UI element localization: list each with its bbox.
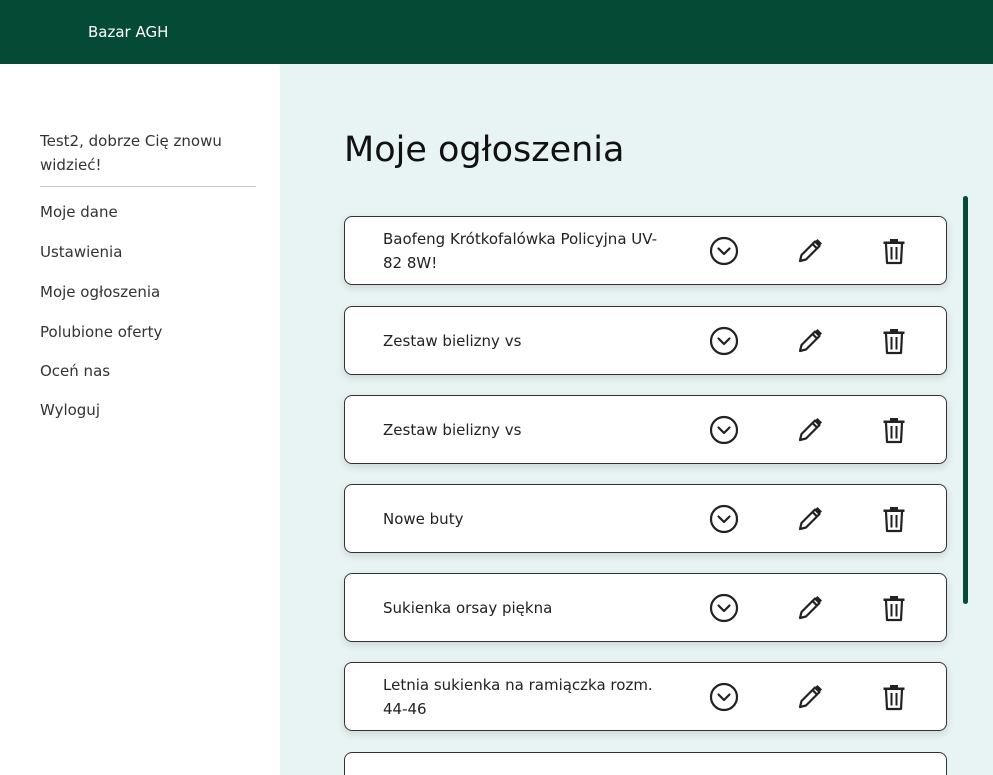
listing-title: Zestaw bielizny vs bbox=[383, 331, 522, 350]
sidebar-divider bbox=[40, 186, 256, 187]
delete-button[interactable] bbox=[877, 680, 911, 714]
listing-title: Sukienka orsay piękna bbox=[383, 598, 553, 617]
edit-button[interactable] bbox=[793, 502, 827, 536]
sidebar-item-moje-ogloszenia[interactable]: Moje ogłoszenia bbox=[40, 282, 160, 302]
expand-button[interactable] bbox=[707, 591, 741, 625]
edit-button[interactable] bbox=[793, 591, 827, 625]
trash-icon bbox=[883, 238, 905, 264]
trash-icon bbox=[883, 506, 905, 532]
chevron-down-circle-icon bbox=[709, 236, 739, 265]
listing-card: Zestaw bielizny vs bbox=[344, 306, 947, 375]
edit-button[interactable] bbox=[793, 680, 827, 714]
expand-button[interactable] bbox=[707, 234, 741, 268]
greeting-text: Test2, dobrze Cię znowu widzieć! bbox=[40, 132, 222, 174]
page-title: Moje ogłoszenia bbox=[344, 130, 625, 170]
chevron-down-circle-icon bbox=[709, 415, 739, 444]
listing-title: Letnia sukienka na ramiączka rozm. 44-46 bbox=[383, 675, 653, 718]
edit-button[interactable] bbox=[793, 234, 827, 268]
expand-button[interactable] bbox=[707, 324, 741, 358]
listing-card bbox=[344, 752, 947, 775]
listing-card: Baofeng Krótkofalówka Policyjna UV-82 8W… bbox=[344, 216, 947, 285]
pencil-icon bbox=[798, 417, 822, 441]
sidebar-item-wyloguj[interactable]: Wyloguj bbox=[40, 400, 100, 420]
listing-title: Zestaw bielizny vs bbox=[383, 420, 522, 439]
pencil-icon bbox=[798, 328, 822, 352]
pencil-icon bbox=[798, 238, 822, 262]
listing-card: Letnia sukienka na ramiączka rozm. 44-46 bbox=[344, 662, 947, 731]
listing-card: Nowe buty bbox=[344, 484, 947, 553]
edit-button[interactable] bbox=[793, 324, 827, 358]
delete-button[interactable] bbox=[877, 413, 911, 447]
brand-logo-text[interactable]: Bazar AGH bbox=[88, 22, 168, 42]
delete-button[interactable] bbox=[877, 591, 911, 625]
sidebar-item-polubione-oferty[interactable]: Polubione oferty bbox=[40, 322, 162, 342]
pencil-icon bbox=[798, 506, 822, 530]
trash-icon bbox=[883, 328, 905, 354]
expand-button[interactable] bbox=[707, 413, 741, 447]
edit-button[interactable] bbox=[793, 413, 827, 447]
pencil-icon bbox=[798, 595, 822, 619]
sidebar: Test2, dobrze Cię znowu widzieć! Moje da… bbox=[0, 64, 280, 775]
delete-button[interactable] bbox=[877, 324, 911, 358]
listing-card: Sukienka orsay piękna bbox=[344, 573, 947, 642]
listing-title: Baofeng Krótkofalówka Policyjna UV-82 8W… bbox=[383, 229, 658, 272]
expand-button[interactable] bbox=[707, 680, 741, 714]
trash-icon bbox=[883, 684, 905, 710]
main-content: Moje ogłoszenia Baofeng Krótkofalówka Po… bbox=[280, 64, 993, 775]
trash-icon bbox=[883, 417, 905, 443]
delete-button[interactable] bbox=[877, 502, 911, 536]
sidebar-item-ustawienia[interactable]: Ustawienia bbox=[40, 242, 122, 262]
chevron-down-circle-icon bbox=[709, 682, 739, 711]
pencil-icon bbox=[798, 684, 822, 708]
listing-card: Zestaw bielizny vs bbox=[344, 395, 947, 464]
sidebar-item-ocen-nas[interactable]: Oceń nas bbox=[40, 361, 110, 381]
scrollbar[interactable] bbox=[963, 196, 968, 604]
chevron-down-circle-icon bbox=[709, 504, 739, 533]
trash-icon bbox=[883, 595, 905, 621]
chevron-down-circle-icon bbox=[709, 326, 739, 355]
listing-title: Nowe buty bbox=[383, 509, 464, 528]
sidebar-item-moje-dane[interactable]: Moje dane bbox=[40, 202, 118, 222]
chevron-down-circle-icon bbox=[709, 593, 739, 622]
top-navbar: Bazar AGH bbox=[0, 0, 993, 64]
expand-button[interactable] bbox=[707, 502, 741, 536]
delete-button[interactable] bbox=[877, 234, 911, 268]
